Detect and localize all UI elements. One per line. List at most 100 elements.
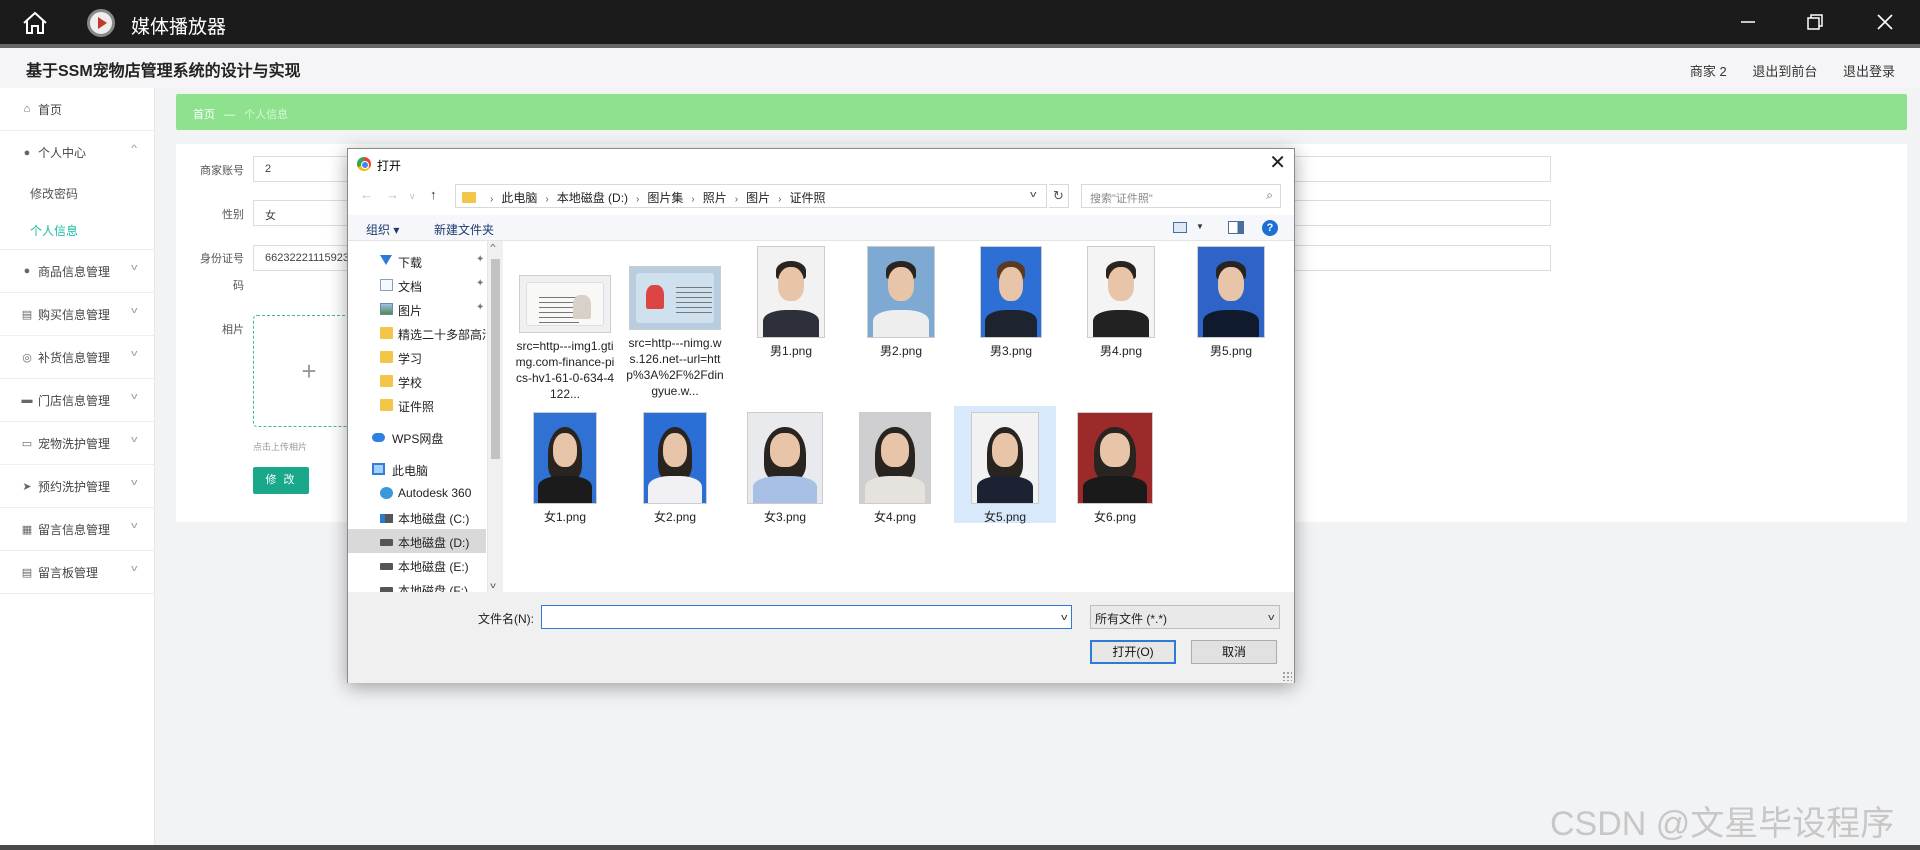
sidebar-item-restock[interactable]: ◎ 补货信息管理 v (0, 336, 154, 379)
file-item[interactable]: 男5.png (1180, 246, 1282, 359)
address-segment[interactable]: 图片集 (647, 191, 683, 205)
nav-item-drive-d[interactable]: 本地磁盘 (D:) (348, 529, 486, 553)
file-item[interactable]: 男2.png (850, 246, 952, 359)
forward-arrow-icon[interactable]: → (386, 187, 399, 202)
file-name: 男3.png (989, 344, 1033, 358)
open-button[interactable]: 打开(O) (1090, 640, 1176, 664)
user-icon: ● (23, 146, 31, 159)
nav-item-documents[interactable]: 文档 ✦ (348, 273, 486, 297)
nav-item-drive-f[interactable]: 本地磁盘 (F:) (348, 577, 486, 592)
file-thumbnail (1197, 246, 1265, 338)
up-arrow-icon[interactable]: ↑ (430, 187, 437, 202)
sidebar-item-pet-care[interactable]: ▭ 宠物洗护管理 v (0, 422, 154, 465)
new-folder-button[interactable]: 新建文件夹 (434, 221, 494, 238)
filetype-select[interactable]: 所有文件 (*.*) v (1090, 605, 1280, 629)
file-item[interactable]: src=http---nimg.ws.126.net--url=http%3A%… (624, 266, 726, 399)
file-item-selected[interactable]: 女5.png (954, 406, 1056, 524)
resize-grip-icon[interactable] (1282, 671, 1292, 681)
scrollbar-thumb[interactable] (491, 259, 500, 459)
address-segment[interactable]: 照片 (703, 191, 727, 205)
view-mode-icon[interactable] (1173, 222, 1187, 233)
nav-item-this-pc[interactable]: 此电脑 (348, 457, 486, 481)
bottom-edge (0, 845, 1920, 850)
sidebar-item-booking[interactable]: ➤ 预约洗护管理 v (0, 465, 154, 508)
sidebar-item-message-board[interactable]: ▤ 留言板管理 v (0, 551, 154, 594)
file-item[interactable]: 男3.png (960, 246, 1062, 359)
preview-pane-icon[interactable] (1228, 221, 1244, 234)
chevron-down-icon: v (130, 305, 137, 315)
help-icon[interactable]: ? (1262, 220, 1278, 236)
sidebar-item-home[interactable]: ⌂ 首页 (0, 88, 154, 131)
address-segment[interactable]: 此电脑 (501, 191, 537, 205)
nav-item-drive-e[interactable]: 本地磁盘 (E:) (348, 553, 486, 577)
chevron-down-icon: v (130, 434, 137, 444)
file-item[interactable]: 男1.png (740, 246, 842, 359)
nav-item-drive-c[interactable]: 本地磁盘 (C:) (348, 505, 486, 529)
send-icon: ➤ (22, 480, 32, 493)
back-arrow-icon[interactable]: ← (360, 187, 373, 202)
file-item[interactable]: 女2.png (624, 412, 726, 525)
file-item[interactable]: 女4.png (844, 412, 946, 525)
breadcrumb-home[interactable]: 首页 (193, 109, 215, 121)
file-name: 男2.png (879, 344, 923, 358)
cancel-button[interactable]: 取消 (1191, 640, 1277, 664)
restore-icon[interactable] (1803, 10, 1827, 34)
scroll-down-icon[interactable]: v (490, 581, 496, 590)
app-header: 基于SSM宠物店管理系统的设计与实现 商家 2 退出到前台 退出登录 (0, 48, 1920, 88)
sidebar-item-store[interactable]: ▬ 门店信息管理 v (0, 379, 154, 422)
nav-item-downloads[interactable]: 下载 ✦ (348, 249, 486, 273)
sidebar-item-messages[interactable]: ▦ 留言信息管理 v (0, 508, 154, 551)
nav-item-folder[interactable]: 证件照 (348, 393, 486, 417)
refresh-icon[interactable]: ↻ (1049, 184, 1069, 208)
address-segment[interactable]: 证件照 (789, 191, 825, 205)
sidebar-subitem-change-password[interactable]: 修改密码 (0, 174, 154, 212)
file-item[interactable]: 女6.png (1064, 412, 1166, 525)
file-thumbnail (971, 412, 1039, 504)
view-dropdown-icon[interactable]: ▼ (1196, 222, 1204, 231)
dialog-toolbar: 组织 ▾ 新建文件夹 ▼ ? (348, 215, 1294, 241)
player-title-bar: 媒体播放器 (0, 0, 1920, 44)
upload-hint: 点击上传相片 (253, 442, 308, 452)
sidebar-item-label: 购买信息管理 (38, 307, 111, 322)
search-input[interactable]: 搜索"证件照" ⌕ (1081, 184, 1281, 208)
file-item[interactable]: 女1.png (514, 412, 616, 525)
logout-link[interactable]: 退出登录 (1843, 64, 1895, 79)
recent-dropdown-icon[interactable]: v (410, 191, 415, 201)
organize-button[interactable]: 组织 ▾ (366, 221, 399, 238)
sidebar-item-goods[interactable]: ● 商品信息管理 v (0, 250, 154, 293)
sidebar-subitem-personal-info[interactable]: 个人信息 (0, 212, 154, 250)
chevron-down-icon[interactable]: v (1061, 612, 1067, 622)
nav-item-folder[interactable]: 学习 (348, 345, 486, 369)
nav-item-wps-cloud[interactable]: WPS网盘 (348, 425, 486, 449)
sidebar-item-personal-center[interactable]: ● 个人中心 ^ (0, 131, 154, 174)
close-icon[interactable] (1873, 10, 1897, 34)
file-item[interactable]: 女3.png (734, 412, 836, 525)
edit-button[interactable]: 修 改 (253, 467, 309, 494)
nav-item-autodesk[interactable]: Autodesk 360 (348, 481, 486, 505)
address-segment[interactable]: 图片 (746, 191, 770, 205)
nav-item-folder[interactable]: 精选二十多部高清 (348, 321, 486, 345)
file-item[interactable]: 男4.png (1070, 246, 1172, 359)
nav-item-label: 本地磁盘 (F:) (398, 584, 468, 592)
nav-item-pictures[interactable]: 图片 ✦ (348, 297, 486, 321)
header-user-link[interactable]: 商家 2 (1690, 64, 1727, 79)
search-icon: ⌕ (1266, 188, 1273, 202)
chevron-down-icon: v (130, 477, 137, 487)
minimize-icon[interactable] (1736, 10, 1760, 34)
player-logo-icon (87, 9, 115, 37)
address-dropdown-icon[interactable]: v (1030, 189, 1036, 199)
home-icon[interactable] (22, 11, 48, 35)
address-bar[interactable]: › 此电脑 › 本地磁盘 (D:) › 图片集 › 照片 › 图片 › 证件照 (455, 184, 1047, 208)
back-to-front-link[interactable]: 退出到前台 (1752, 64, 1817, 79)
nav-item-label: 本地磁盘 (E:) (398, 560, 469, 574)
navigation-scrollbar[interactable]: ^ v (488, 241, 503, 592)
gender-label: 性别 (222, 209, 244, 221)
nav-item-folder[interactable]: 学校 (348, 369, 486, 393)
scroll-up-icon[interactable]: ^ (490, 243, 495, 252)
address-segment[interactable]: 本地磁盘 (D:) (557, 191, 628, 205)
file-item[interactable]: src=http---img1.gtimg.com-finance-pics-h… (514, 275, 616, 402)
filename-input[interactable]: v (541, 605, 1072, 629)
sidebar-item-purchase[interactable]: ▤ 购买信息管理 v (0, 293, 154, 336)
file-name: 女3.png (763, 510, 807, 524)
dialog-close-button[interactable]: ✕ (1269, 153, 1286, 173)
